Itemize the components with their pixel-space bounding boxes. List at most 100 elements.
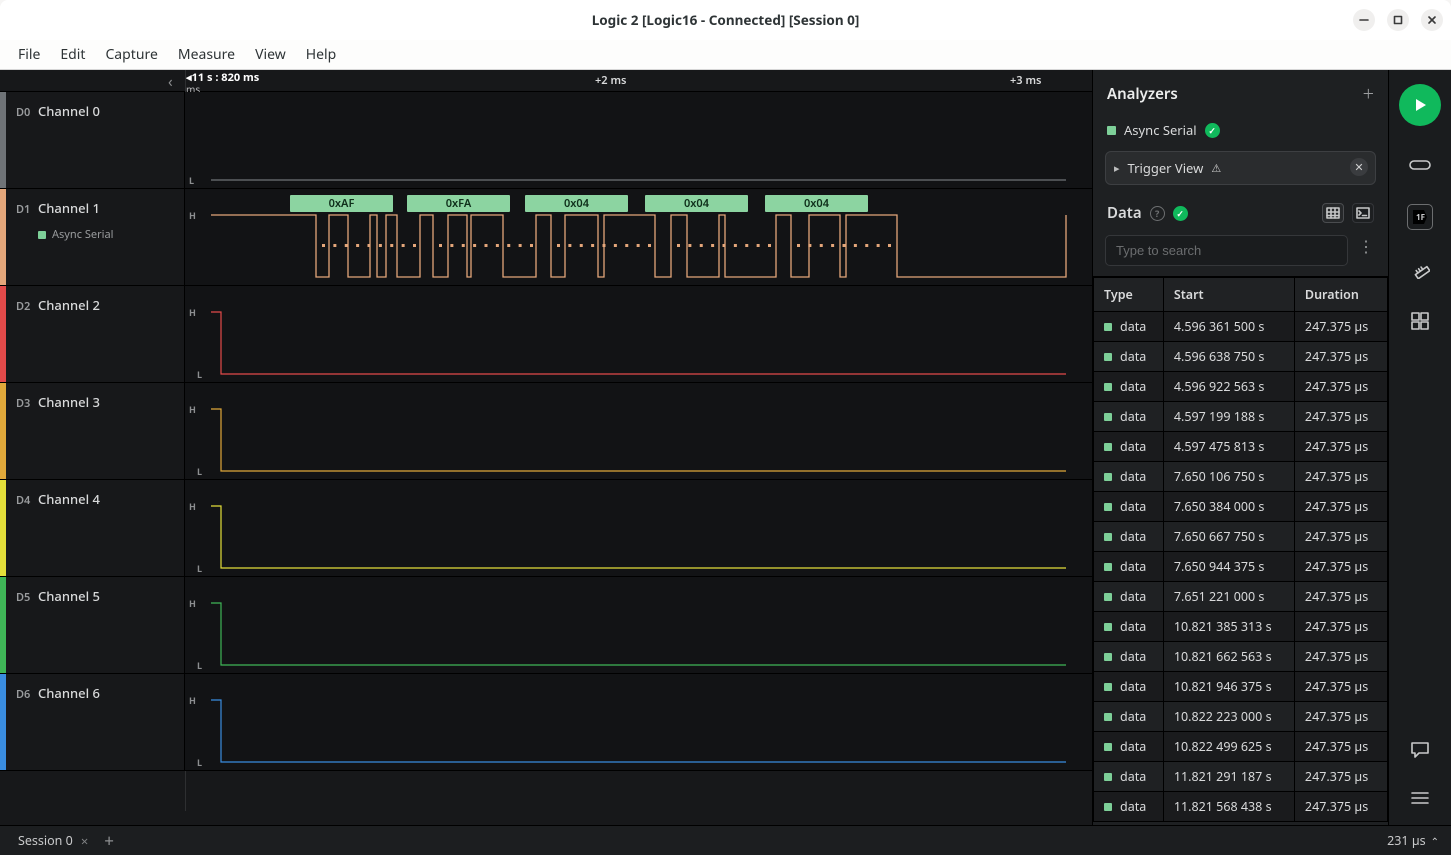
row-start: 10.821 662 563 s	[1163, 642, 1294, 672]
row-duration: 247.375 µs	[1294, 732, 1387, 762]
row-duration: 247.375 µs	[1294, 432, 1387, 462]
row-duration: 247.375 µs	[1294, 312, 1387, 342]
table-row[interactable]: data7.650 106 750 s247.375 µs	[1094, 462, 1388, 492]
channel-waveform[interactable]: 0xAF0xFA0x040x040x04H	[185, 189, 1092, 285]
waveform-area[interactable]: ‹ ◂11 s : 820 ms ms +2 ms +3 ms D0Channe…	[0, 70, 1093, 825]
analyzer-item[interactable]: Async Serial ✓	[1093, 113, 1388, 141]
main-menu-icon[interactable]	[1407, 785, 1433, 811]
channel-waveform[interactable]: HL	[185, 577, 1092, 673]
table-view-button[interactable]	[1322, 203, 1344, 223]
side-panel: Analyzers + Async Serial ✓ ▸ Trigger Vie…	[1093, 70, 1389, 825]
session-tab-label: Session 0	[18, 832, 73, 849]
menu-measure[interactable]: Measure	[170, 42, 243, 67]
trigger-view-row[interactable]: ▸ Trigger View ⚠ ✕	[1105, 151, 1376, 185]
row-duration: 247.375 µs	[1294, 552, 1387, 582]
row-type: data	[1120, 678, 1146, 695]
device-settings-icon[interactable]	[1407, 152, 1433, 178]
close-session-button[interactable]: ×	[81, 832, 88, 850]
remove-trigger-button[interactable]: ✕	[1350, 158, 1368, 176]
feedback-icon[interactable]	[1407, 737, 1433, 763]
table-row[interactable]: data7.651 221 000 s247.375 µs	[1094, 582, 1388, 612]
table-row[interactable]: data4.597 199 188 s247.375 µs	[1094, 402, 1388, 432]
zoom-indicator[interactable]: 231 µs ⌃	[1387, 832, 1439, 849]
channel-row[interactable]: D3Channel 3HL	[0, 383, 1092, 480]
menu-edit[interactable]: Edit	[52, 42, 93, 67]
col-start[interactable]: Start	[1163, 278, 1294, 312]
col-type[interactable]: Type	[1094, 278, 1164, 312]
row-color-swatch	[1104, 713, 1112, 721]
channel-row[interactable]: D1Channel 1Async Serial0xAF0xFA0x040x040…	[0, 189, 1092, 286]
table-row[interactable]: data10.822 223 000 s247.375 µs	[1094, 702, 1388, 732]
channel-row[interactable]: D2Channel 2HL	[0, 286, 1092, 383]
channel-name: Channel 3	[38, 393, 100, 411]
channel-name: Channel 4	[38, 490, 100, 508]
row-type: data	[1120, 648, 1146, 665]
trigger-view-label: Trigger View	[1128, 159, 1204, 177]
channel-waveform[interactable]: HL	[185, 383, 1092, 479]
row-color-swatch	[1104, 353, 1112, 361]
row-duration: 247.375 µs	[1294, 342, 1387, 372]
menu-file[interactable]: File	[10, 42, 48, 67]
row-type: data	[1120, 708, 1146, 725]
table-row[interactable]: data4.596 922 563 s247.375 µs	[1094, 372, 1388, 402]
channel-name: Channel 5	[38, 587, 100, 605]
row-color-swatch	[1104, 443, 1112, 451]
menu-view[interactable]: View	[247, 42, 294, 67]
tool-rail: 1F	[1389, 70, 1451, 825]
col-duration[interactable]: Duration	[1294, 278, 1387, 312]
svg-text:1F: 1F	[1416, 212, 1425, 223]
extensions-rail-icon[interactable]	[1407, 308, 1433, 334]
close-button[interactable]	[1421, 9, 1443, 31]
table-row[interactable]: data10.821 662 563 s247.375 µs	[1094, 642, 1388, 672]
channel-waveform[interactable]: L	[185, 92, 1092, 188]
row-type: data	[1120, 348, 1146, 365]
analyzers-rail-icon[interactable]: 1F	[1407, 204, 1433, 230]
table-row[interactable]: data10.822 499 625 s247.375 µs	[1094, 732, 1388, 762]
ruler-chevron-left-icon[interactable]: ‹	[168, 72, 173, 92]
menu-help[interactable]: Help	[298, 42, 345, 67]
row-duration: 247.375 µs	[1294, 702, 1387, 732]
table-row[interactable]: data11.821 568 438 s247.375 µs	[1094, 792, 1388, 822]
row-start: 10.821 385 313 s	[1163, 612, 1294, 642]
data-search-input[interactable]	[1105, 235, 1348, 266]
data-options-button[interactable]: ⋮	[1356, 235, 1376, 266]
row-start: 4.597 475 813 s	[1163, 432, 1294, 462]
table-row[interactable]: data7.650 944 375 s247.375 µs	[1094, 552, 1388, 582]
table-row[interactable]: data10.821 946 375 s247.375 µs	[1094, 672, 1388, 702]
add-analyzer-button[interactable]: +	[1363, 80, 1374, 107]
channel-waveform[interactable]: HL	[185, 286, 1092, 382]
row-type: data	[1120, 528, 1146, 545]
table-row[interactable]: data4.596 361 500 s247.375 µs	[1094, 312, 1388, 342]
channel-waveform[interactable]: HL	[185, 480, 1092, 576]
analyzer-color-swatch	[1107, 126, 1116, 135]
row-type: data	[1120, 588, 1146, 605]
maximize-button[interactable]	[1387, 9, 1409, 31]
info-icon[interactable]: ?	[1150, 206, 1165, 221]
row-type: data	[1120, 498, 1146, 515]
add-session-button[interactable]: +	[104, 829, 114, 852]
terminal-view-button[interactable]	[1352, 203, 1374, 223]
data-status-ok-icon: ✓	[1173, 206, 1188, 221]
table-row[interactable]: data11.821 291 187 s247.375 µs	[1094, 762, 1388, 792]
channel-row[interactable]: D6Channel 6HL	[0, 674, 1092, 771]
table-row[interactable]: data7.650 384 000 s247.375 µs	[1094, 492, 1388, 522]
channel-waveform[interactable]: HL	[185, 674, 1092, 770]
channel-row[interactable]: D0Channel 0L	[0, 92, 1092, 189]
menu-capture[interactable]: Capture	[97, 42, 165, 67]
channel-id: D5	[16, 590, 38, 605]
time-ruler[interactable]: ‹ ◂11 s : 820 ms ms +2 ms +3 ms	[0, 70, 1092, 92]
table-row[interactable]: data7.650 667 750 s247.375 µs	[1094, 522, 1388, 552]
session-tab[interactable]: Session 0 ×	[12, 829, 94, 853]
row-type: data	[1120, 618, 1146, 635]
minimize-button[interactable]	[1353, 9, 1375, 31]
data-table[interactable]: Type Start Duration data4.596 361 500 s2…	[1093, 276, 1388, 825]
measurements-rail-icon[interactable]	[1407, 256, 1433, 282]
start-capture-button[interactable]	[1399, 84, 1441, 126]
channel-row[interactable]: D5Channel 5 HL	[0, 577, 1092, 674]
table-row[interactable]: data4.597 475 813 s247.375 µs	[1094, 432, 1388, 462]
channel-row[interactable]: D4Channel 4HL	[0, 480, 1092, 577]
table-row[interactable]: data4.596 638 750 s247.375 µs	[1094, 342, 1388, 372]
row-start: 7.650 384 000 s	[1163, 492, 1294, 522]
row-start: 11.821 568 438 s	[1163, 792, 1294, 822]
table-row[interactable]: data10.821 385 313 s247.375 µs	[1094, 612, 1388, 642]
